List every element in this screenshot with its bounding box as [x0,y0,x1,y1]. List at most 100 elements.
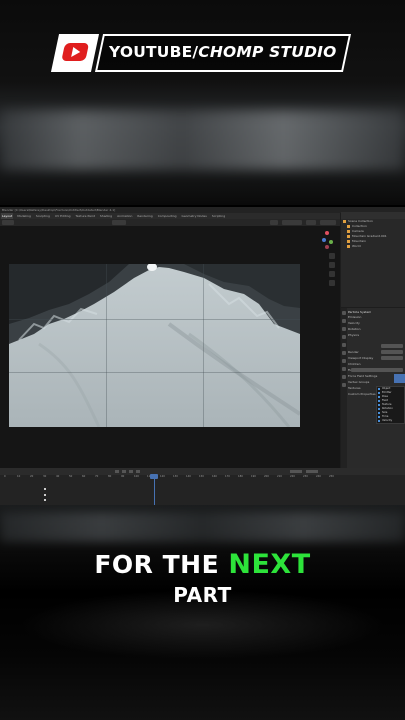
background-top [0,0,405,205]
navigation-gizmo[interactable] [318,231,336,249]
particles-icon[interactable] [342,367,346,371]
timeline-tick-label: 20 [30,475,34,478]
play-reverse-button[interactable] [122,470,126,473]
timeline-tick-label: 130 [173,475,178,478]
number-field[interactable] [381,344,403,348]
outliner-panel[interactable]: Scene Collection Collection Camera Mountain… [341,212,405,307]
playhead-line [154,479,155,505]
gizmo-z-dot[interactable] [322,238,326,242]
youtube-play-icon [61,43,90,61]
scene-icon[interactable] [342,335,346,339]
gizmo-x-dot[interactable] [325,231,329,235]
timeline-header [0,468,405,475]
number-field[interactable] [381,356,403,360]
timeline-tick-label: 30 [43,475,47,478]
timeline-tick-label: 200 [264,475,269,478]
material-icon[interactable] [342,383,346,387]
end-frame-field[interactable] [306,470,318,473]
timeline-tick-label: 150 [199,475,204,478]
outliner-header [341,212,405,219]
object-icon [347,224,350,228]
outliner-row-label: Collection [352,224,367,228]
number-field[interactable] [381,350,403,354]
outliner-row[interactable]: World [341,244,405,249]
popup-menu-item[interactable]: Velocity [377,419,404,423]
timeline-tick-label: 240 [316,475,321,478]
outliner-row-label: Scene Collection [348,219,373,223]
object-icon [347,234,350,238]
timeline-tick-label: 10 [17,475,21,478]
influence-dropdown[interactable] [394,374,405,383]
timeline-tick-label: 70 [95,475,99,478]
keyframe[interactable] [44,494,46,496]
timeline-tick-label: 250 [329,475,334,478]
camera-render-view [9,264,300,427]
object-icon [347,244,350,248]
timeline-tick-label: 230 [303,475,308,478]
jump-start-button[interactable] [115,470,119,473]
grid-icon[interactable] [329,280,335,286]
channel-title: CHOMP STUDIO [198,43,337,61]
channel-banner[interactable]: YOUTUBE/CHOMP STUDIO [50,34,352,72]
overlay-toggle[interactable] [306,220,316,225]
timeline-ruler[interactable]: 0102030405060708090100110120130140150160… [0,475,340,481]
timeline-tick-label: 60 [82,475,86,478]
camera-icon[interactable] [329,271,335,277]
world-icon[interactable] [342,343,346,347]
options-menu[interactable] [320,220,336,225]
timeline-tick-label: 100 [134,475,139,478]
channel-name: YOUTUBE/CHOMP STUDIO [109,43,337,61]
grid-line [9,319,300,320]
outliner-row-label: Mountain [352,239,366,243]
caption-line-1: FOR THE NEXT [0,550,405,579]
properties-body: Particle System Emission Velocity Rotation… [348,310,405,398]
properties-section[interactable]: Children [348,362,405,367]
timeline-tick-label: 180 [238,475,243,478]
keyframe[interactable] [44,499,46,501]
physics-icon[interactable] [342,375,346,379]
shading-buttons[interactable] [282,220,302,225]
start-frame-field[interactable] [290,470,302,473]
timeline-tick-label: 90 [121,475,125,478]
background-blur-bottom [0,512,405,542]
timeline-tick-label: 140 [186,475,191,478]
tool-icon[interactable] [342,311,346,315]
caption-line-2: PART [173,583,232,607]
texture-field[interactable] [351,368,403,372]
3d-viewport[interactable] [0,226,340,468]
editor-type-menu[interactable] [2,220,14,225]
timeline-tick-label: 80 [108,475,112,478]
timeline-panel[interactable]: 0102030405060708090100110120130140150160… [0,468,405,505]
object-icon [347,229,350,233]
properties-panel[interactable]: Particle System Emission Velocity Rotation… [341,308,405,468]
zoom-icon[interactable] [329,253,335,259]
properties-section[interactable]: Rotation [348,327,405,332]
modifier-icon[interactable] [342,359,346,363]
object-icon [347,239,350,243]
jump-end-button[interactable] [136,470,140,473]
object-icon[interactable] [342,351,346,355]
properties-section[interactable]: Emission [348,315,405,320]
gizmo-neg-x-dot[interactable] [325,245,329,249]
blender-window[interactable]: Blender [C:\Users\Nefarey\Desktop\Fractu… [0,207,405,505]
properties-tabs [341,308,347,468]
background-blur [0,110,405,170]
gizmo-toggle[interactable] [270,220,278,225]
properties-section[interactable]: Physics [348,333,405,338]
caption-accent-text: NEXT [228,549,311,580]
render-icon[interactable] [342,319,346,323]
channel-prefix: YOUTUBE/ [109,43,199,61]
hand-icon[interactable] [329,262,335,268]
keyframe[interactable] [44,488,46,490]
influence-popup-menu[interactable]: Object Emitter Pose Field Texture Rotation Siz… [376,386,405,424]
properties-section[interactable]: Velocity [348,321,405,326]
object-mode-menu[interactable] [112,220,126,225]
output-icon[interactable] [342,327,346,331]
play-button[interactable] [129,470,133,473]
gizmo-y-dot[interactable] [329,240,333,244]
timeline-tick-label: 210 [277,475,282,478]
timeline-tick-label: 0 [4,475,6,478]
caption-text: FOR THE [94,550,229,579]
outliner-row-label: Camera [352,229,364,233]
outliner-row-label: Mountain Gradient.001 [352,234,387,238]
